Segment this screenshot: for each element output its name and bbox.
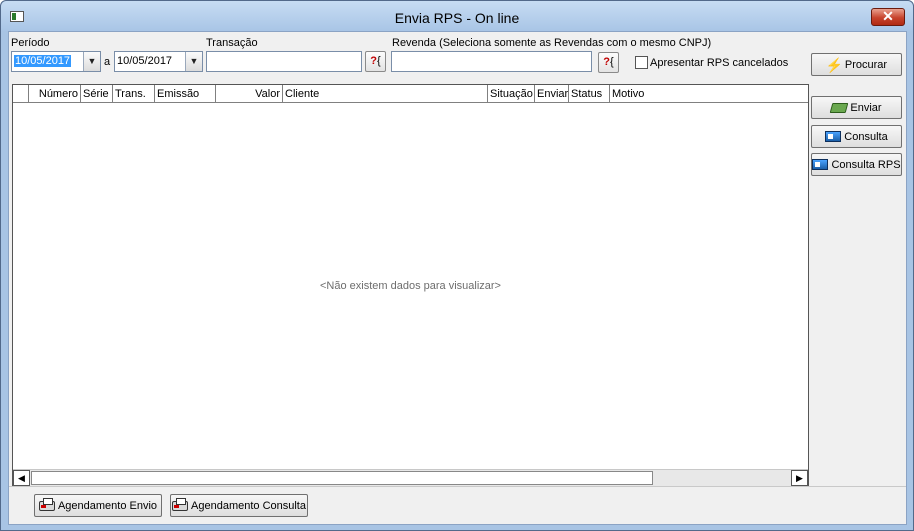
col-cliente[interactable]: Cliente <box>283 85 488 103</box>
lookup-icon: ? <box>370 55 378 67</box>
chevron-down-icon[interactable]: ▼ <box>83 52 100 71</box>
revenda-input[interactable] <box>391 51 592 72</box>
col-serie[interactable]: Série <box>81 85 113 103</box>
scroll-left-icon[interactable]: ◀ <box>13 470 30 486</box>
bottom-divider <box>9 486 906 487</box>
col-situacao[interactable]: Situação <box>488 85 535 103</box>
title-bar[interactable]: Envia RPS - On line ✕ <box>1 1 913 31</box>
agendamento-envio-label: Agendamento Envio <box>57 499 158 512</box>
date-range-separator: a <box>104 56 111 68</box>
cancelados-checkbox[interactable] <box>635 56 648 69</box>
col-emissao[interactable]: Emissão <box>155 85 216 103</box>
cancelados-label[interactable]: Apresentar RPS cancelados <box>650 57 788 69</box>
col-motivo[interactable]: Motivo <box>610 85 808 103</box>
enviar-label: Enviar <box>850 101 882 114</box>
revenda-lookup-button[interactable]: ?{ <box>598 52 619 73</box>
scroll-thumb[interactable] <box>31 471 653 485</box>
enviar-button[interactable]: Enviar <box>811 96 902 119</box>
window: Envia RPS - On line ✕ Período 10/05/2017… <box>0 0 914 531</box>
date-from-value: 10/05/2017 <box>14 55 72 67</box>
close-button[interactable]: ✕ <box>871 8 905 26</box>
revenda-label: Revenda (Seleciona somente as Revendas c… <box>392 37 712 49</box>
monitor-icon <box>812 159 829 170</box>
rps-grid[interactable]: Número Série Trans. Emissão Valor Client… <box>12 84 809 487</box>
grid-indicator-column <box>13 85 29 103</box>
col-valor[interactable]: Valor <box>216 85 283 103</box>
date-to-picker[interactable]: 10/05/2017 ▼ <box>114 51 203 72</box>
monitor-icon <box>825 131 842 142</box>
grid-header: Número Série Trans. Emissão Valor Client… <box>13 85 808 103</box>
printer-icon <box>172 497 189 511</box>
lookup-icon: ? <box>603 56 611 68</box>
agendamento-envio-button[interactable]: Agendamento Envio <box>34 494 162 517</box>
col-numero[interactable]: Número <box>29 85 81 103</box>
transacao-label: Transação <box>206 37 258 49</box>
consulta-rps-button[interactable]: Consulta RPS <box>811 153 902 176</box>
agendamento-consulta-label: Agendamento Consulta <box>191 499 306 512</box>
consulta-label: Consulta <box>844 130 888 143</box>
col-enviar[interactable]: Enviar <box>535 85 569 103</box>
printer-icon <box>38 497 55 511</box>
window-title: Envia RPS - On line <box>394 10 520 26</box>
transacao-lookup-button[interactable]: ?{ <box>365 51 386 72</box>
col-status[interactable]: Status <box>569 85 610 103</box>
scroll-right-icon[interactable]: ▶ <box>791 470 808 486</box>
date-from-picker[interactable]: 10/05/2017 ▼ <box>11 51 101 72</box>
agendamento-consulta-button[interactable]: Agendamento Consulta <box>170 494 308 517</box>
date-to-value: 10/05/2017 <box>117 55 173 67</box>
lightning-icon <box>826 58 842 72</box>
periodo-label: Período <box>11 37 50 49</box>
client-area: Período 10/05/2017 ▼ a 10/05/2017 ▼ Tran… <box>8 31 907 525</box>
horizontal-scrollbar[interactable]: ◀ ▶ <box>13 469 808 486</box>
empty-message: <Não existem dados para visualizar> <box>320 280 501 292</box>
col-trans[interactable]: Trans. <box>113 85 155 103</box>
procurar-button[interactable]: Procurar <box>811 53 902 76</box>
consulta-button[interactable]: Consulta <box>811 125 902 148</box>
money-icon <box>830 102 849 113</box>
chevron-down-icon[interactable]: ▼ <box>185 52 202 71</box>
procurar-label: Procurar <box>844 58 888 71</box>
transacao-input[interactable] <box>206 51 362 72</box>
consulta-rps-label: Consulta RPS <box>831 158 901 171</box>
